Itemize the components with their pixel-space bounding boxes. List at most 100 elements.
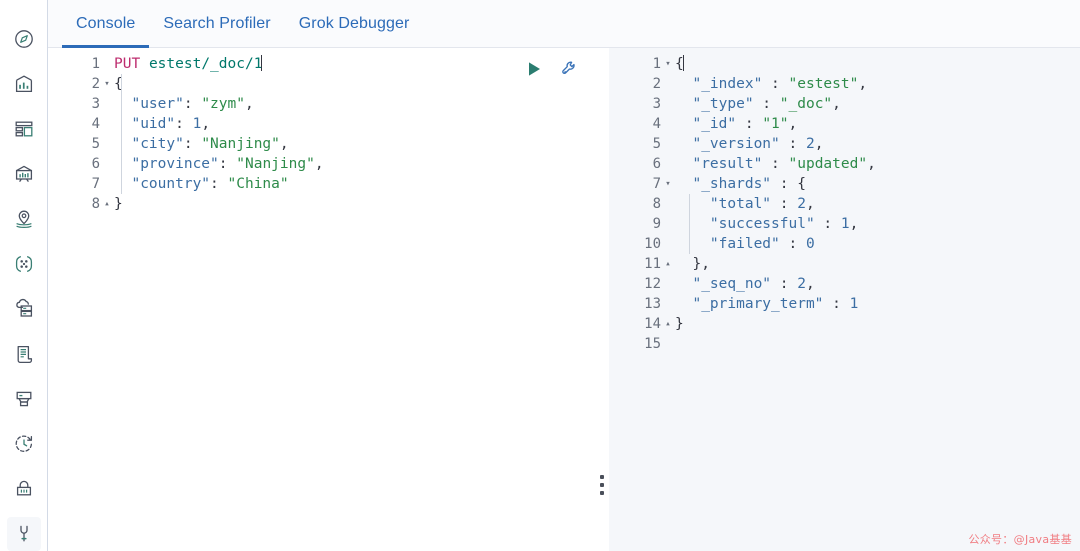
code-line: "user": "zym",: [114, 94, 595, 114]
code-line: "_id" : "1",: [675, 114, 1080, 134]
sidebar-item-logs[interactable]: [7, 337, 41, 371]
token-str: "updated": [788, 156, 868, 172]
sidebar-item-discover[interactable]: [7, 22, 41, 56]
code-line: "total" : 2,: [675, 194, 1080, 214]
fold-up-icon[interactable]: ▴: [101, 194, 113, 214]
token-punct: :: [736, 116, 763, 132]
play-icon: [529, 62, 540, 76]
line-number: 7: [91, 176, 100, 192]
token-str: "1": [762, 116, 789, 132]
primary-navigation-rail: [0, 0, 48, 551]
apm-icon: [13, 388, 35, 410]
code-line: "_primary_term" : 1: [675, 294, 1080, 314]
line-number: 5: [91, 136, 100, 152]
bar-chart-icon: [13, 73, 35, 95]
line-number: 2: [652, 76, 661, 92]
tab-search-profiler-label: Search Profiler: [163, 14, 271, 32]
token-key: "_index": [692, 76, 763, 92]
code-line: {: [675, 54, 1080, 74]
text-cursor: [682, 55, 684, 71]
token-punct: ,: [279, 136, 289, 152]
token-str: "Nanjing": [236, 156, 315, 172]
tab-console-label: Console: [76, 14, 136, 32]
line-number: 1: [91, 56, 100, 72]
token-punct: },: [692, 256, 710, 272]
request-code[interactable]: PUT estest/_doc/1{ "user": "zym", "uid":…: [104, 48, 595, 551]
line-number: 6: [91, 156, 100, 172]
sidebar-item-machine-learning[interactable]: [7, 247, 41, 281]
line-number: 4: [91, 116, 100, 132]
tab-search-profiler[interactable]: Search Profiler: [149, 0, 284, 47]
token-punct: :: [762, 156, 789, 172]
sidebar-item-infrastructure[interactable]: [7, 292, 41, 326]
token-key: "_shards": [692, 176, 772, 192]
sidebar-item-security[interactable]: [7, 472, 41, 506]
token-method: PUT: [114, 56, 141, 72]
response-code: { "_index" : "estest", "_type" : "_doc",…: [665, 48, 1080, 551]
token-str: "China": [227, 176, 289, 192]
token-key: "uid": [131, 116, 176, 132]
token-punct: :: [183, 96, 202, 112]
token-str: "Nanjing": [201, 136, 280, 152]
token-punct: ,: [788, 116, 798, 132]
sidebar-item-uptime[interactable]: [7, 427, 41, 461]
response-editor[interactable]: 1 ▾ 2 3 4 5 6 7 ▾ 8 9 10 11 ▴ 12 13 14 ▴ 15 { "_index" : "…: [609, 48, 1080, 551]
token-key: "_version": [692, 136, 780, 152]
fold-down-icon[interactable]: ▾: [662, 54, 674, 74]
token-punct: :: [771, 276, 798, 292]
response-gutter: 1 ▾ 2 3 4 5 6 7 ▾ 8 9 10 11 ▴ 12 13 14 ▴ 15: [609, 48, 671, 551]
run-request-button[interactable]: [523, 58, 545, 80]
token-punct: :: [183, 136, 202, 152]
drag-dot: [600, 483, 604, 487]
token-punct: ,: [314, 156, 324, 172]
token-url: estest/_doc/1: [148, 56, 263, 72]
sidebar-item-canvas[interactable]: [7, 157, 41, 191]
line-number: 2 ▾: [48, 74, 110, 94]
compass-icon: [13, 28, 35, 50]
text-cursor: [261, 55, 263, 71]
token-key: "_seq_no": [692, 276, 772, 292]
token-key: "country": [131, 176, 211, 192]
request-settings-button[interactable]: [559, 58, 581, 80]
token-punct: ,: [201, 116, 211, 132]
token-punct: ,: [849, 216, 859, 232]
line-number: 3: [652, 96, 661, 112]
fold-up-icon[interactable]: ▴: [662, 254, 674, 274]
line-number: 15: [644, 336, 661, 352]
tab-console[interactable]: Console: [62, 0, 150, 48]
token-key: "city": [131, 136, 184, 152]
line-number: 1 ▾: [609, 54, 671, 74]
watermark: 公众号：@Java基基: [968, 533, 1072, 546]
token-punct: ,: [858, 76, 868, 92]
fold-down-icon[interactable]: ▾: [101, 74, 113, 94]
tab-grok-debugger-label: Grok Debugger: [298, 14, 410, 32]
token-punct: ,: [244, 96, 254, 112]
line-number: 8: [652, 196, 661, 212]
token-num: 0: [805, 236, 815, 252]
sidebar-item-dev-tools[interactable]: [6, 517, 41, 551]
sidebar-item-dashboard[interactable]: [7, 112, 41, 146]
tab-grok-debugger[interactable]: Grok Debugger: [285, 0, 424, 47]
code-line: "_version" : 2,: [675, 134, 1080, 154]
code-line: "city": "Nanjing",: [114, 134, 595, 154]
resize-drag-handle[interactable]: [599, 475, 605, 495]
code-line: "_index" : "estest",: [675, 74, 1080, 94]
code-line: },: [675, 254, 1080, 274]
token-punct: :: [771, 176, 798, 192]
request-editor[interactable]: 1 2 ▾ 3 4 5 6 7 8 ▴ PUT estest/_doc/1{ "user": "z…: [48, 48, 595, 551]
code-line: "failed" : 0: [675, 234, 1080, 254]
pane-resizer[interactable]: [595, 48, 609, 551]
sidebar-item-maps[interactable]: [7, 202, 41, 236]
fold-down-icon[interactable]: ▾: [662, 174, 674, 194]
token-punct: :: [762, 76, 789, 92]
sidebar-item-visualize[interactable]: [7, 67, 41, 101]
wrench-icon: [562, 61, 575, 75]
fold-up-icon[interactable]: ▴: [662, 314, 674, 334]
token-key: "result": [692, 156, 763, 172]
sidebar-item-apm[interactable]: [7, 382, 41, 416]
